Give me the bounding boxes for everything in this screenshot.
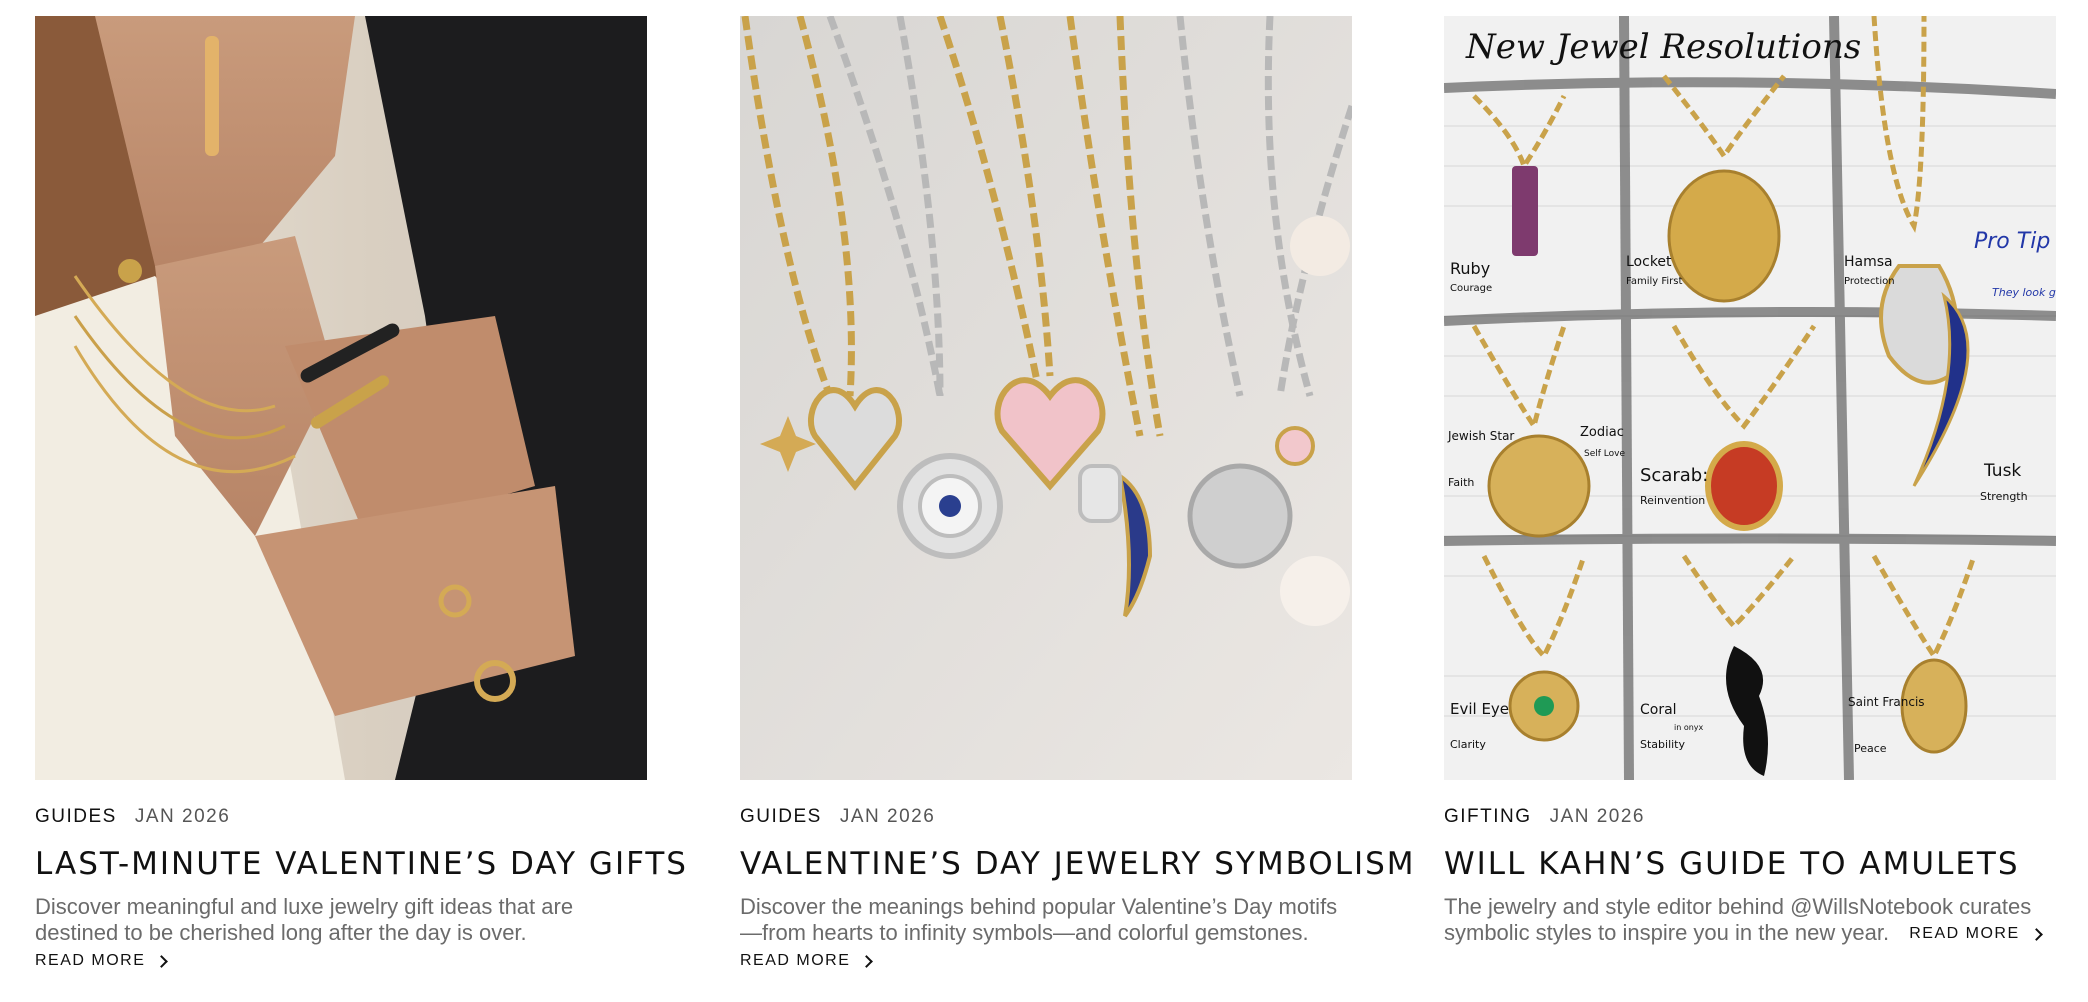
article-category[interactable]: GUIDES — [35, 806, 117, 828]
svg-text:Zodiac: Zodiac — [1580, 425, 1624, 440]
article-meta: GUIDES JAN 2026 — [740, 806, 1352, 828]
article-grid: GUIDES JAN 2026 LAST-MINUTE VALENTINE’S … — [0, 0, 2088, 1002]
article-meta: GIFTING JAN 2026 — [1444, 806, 2056, 828]
chevron-right-icon — [860, 954, 874, 968]
svg-text:They look great in Groups: They look great in Groups — [1992, 286, 2056, 299]
read-more-label: READ MORE — [740, 952, 851, 969]
article-category[interactable]: GIFTING — [1444, 806, 1532, 828]
svg-text:Hamsa: Hamsa — [1844, 254, 1893, 270]
article-description: Discover meaningful and luxe jewelry gif… — [35, 894, 647, 946]
article-date: JAN 2026 — [1549, 806, 1646, 827]
svg-text:Jewish Star: Jewish Star — [1447, 429, 1514, 443]
article-date: JAN 2026 — [839, 806, 936, 827]
article-image-amulet-notebook[interactable]: New Jewel Resolutions Ruby Courage Locke… — [1444, 16, 2056, 780]
read-more-link[interactable]: READ MORE — [740, 952, 874, 970]
article-category[interactable]: GUIDES — [740, 806, 822, 828]
svg-text:Stability: Stability — [1640, 738, 1686, 751]
svg-text:Strength: Strength — [1980, 490, 2028, 503]
article-image-couple-jewelry[interactable] — [35, 16, 647, 780]
article-card[interactable]: New Jewel Resolutions Ruby Courage Locke… — [1444, 16, 2056, 947]
svg-text:Pro Tip: Pro Tip — [1974, 229, 2050, 254]
svg-text:Family First: Family First — [1626, 276, 1682, 287]
svg-text:Evil Eye: Evil Eye — [1450, 700, 1509, 718]
svg-text:Reinvention: Reinvention — [1640, 494, 1705, 507]
article-description-text: Discover the meanings behind popular Val… — [740, 894, 1338, 945]
svg-text:Protection: Protection — [1844, 276, 1895, 287]
chevron-right-icon — [155, 954, 169, 968]
svg-text:Locket: Locket — [1626, 254, 1672, 270]
svg-text:Tusk: Tusk — [1983, 461, 2021, 481]
read-more-label: READ MORE — [35, 952, 146, 969]
svg-text:Ruby: Ruby — [1450, 259, 1490, 278]
read-more-label: READ MORE — [1909, 925, 2020, 942]
article-meta: GUIDES JAN 2026 — [35, 806, 647, 828]
read-more-link[interactable]: READ MORE — [35, 952, 169, 970]
svg-text:Coral: Coral — [1640, 702, 1677, 718]
article-card[interactable]: GUIDES JAN 2026 VALENTINE’S DAY JEWELRY … — [740, 16, 1414, 970]
article-title[interactable]: VALENTINE’S DAY JEWELRY SYMBOLISM — [740, 846, 1414, 882]
svg-text:Courage: Courage — [1450, 283, 1492, 294]
read-more-link[interactable]: READ MORE — [1909, 921, 2043, 947]
article-card[interactable]: GUIDES JAN 2026 LAST-MINUTE VALENTINE’S … — [35, 16, 686, 970]
svg-text:Clarity: Clarity — [1450, 738, 1486, 751]
svg-text:Faith: Faith — [1448, 476, 1474, 489]
svg-text:Self Love: Self Love — [1584, 449, 1625, 459]
article-image-necklaces[interactable] — [740, 16, 1352, 780]
article-description: Discover the meanings behind popular Val… — [740, 894, 1352, 946]
notebook-heading: New Jewel Resolutions — [1465, 27, 1861, 67]
article-description: The jewelry and style editor behind @Wil… — [1444, 894, 2056, 947]
article-title[interactable]: LAST-MINUTE VALENTINE’S DAY GIFTS — [35, 846, 686, 882]
article-description-text: Discover meaningful and luxe jewelry gif… — [35, 894, 574, 945]
svg-text:Peace: Peace — [1854, 742, 1887, 755]
article-date: JAN 2026 — [134, 806, 231, 827]
svg-text:Saint Francis: Saint Francis — [1848, 695, 1925, 709]
svg-text:Scarab:: Scarab: — [1640, 465, 1708, 486]
article-title[interactable]: WILL KAHN’S GUIDE TO AMULETS — [1444, 846, 2056, 882]
chevron-right-icon — [2029, 927, 2043, 941]
svg-text:in onyx: in onyx — [1674, 723, 1704, 732]
